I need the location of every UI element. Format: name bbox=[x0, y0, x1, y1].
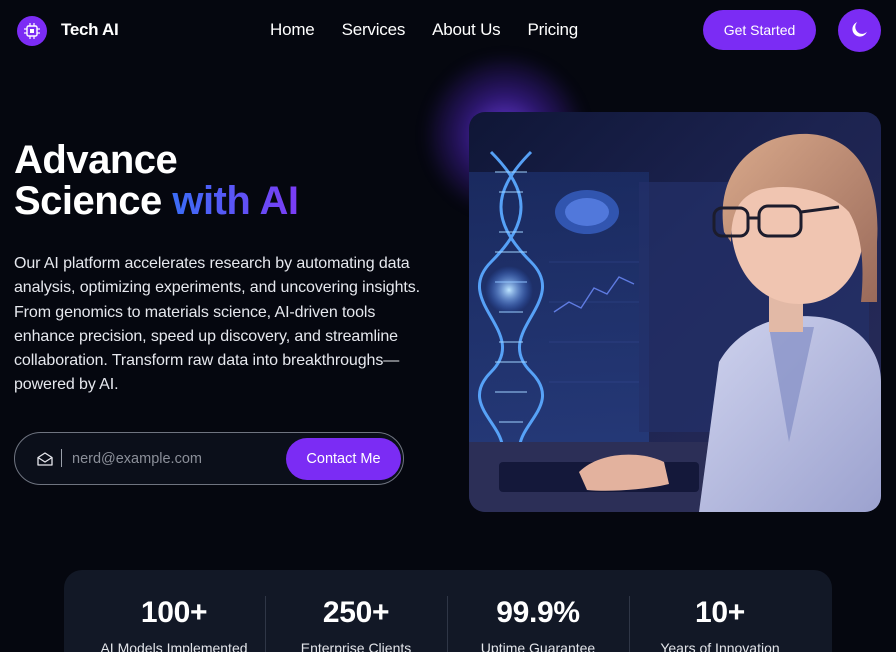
stat-label: Uptime Guarantee bbox=[480, 640, 596, 652]
hero-description: Our AI platform accelerates research by … bbox=[14, 255, 420, 394]
nav-links: Home Services About Us Pricing bbox=[270, 20, 605, 40]
hero-title-highlight: with AI bbox=[172, 179, 299, 223]
stat-value: 99.9% bbox=[496, 596, 580, 629]
top-navigation: Tech AI Home Services About Us Pricing G… bbox=[0, 0, 896, 62]
contact-me-button[interactable]: Contact Me bbox=[286, 438, 401, 480]
hero-title: Advance Science with AI bbox=[14, 138, 299, 223]
mail-icon bbox=[37, 452, 53, 471]
stat-label: Enterprise Clients bbox=[300, 640, 412, 652]
moon-icon bbox=[850, 19, 870, 42]
get-started-button[interactable]: Get Started bbox=[703, 10, 816, 50]
nav-link-services[interactable]: Services bbox=[342, 20, 406, 40]
hero-title-line2: Science bbox=[14, 179, 173, 223]
stat-value: 10+ bbox=[695, 596, 745, 629]
hero-image bbox=[469, 112, 881, 512]
nav-link-about-us[interactable]: About Us bbox=[432, 20, 501, 40]
stat-item: 100+ AI Models Implemented bbox=[83, 570, 265, 652]
stat-label: Years of Innovation bbox=[660, 640, 780, 652]
input-divider bbox=[61, 449, 62, 467]
stats-panel: 100+ AI Models Implemented 250+ Enterpri… bbox=[64, 570, 832, 652]
stat-value: 250+ bbox=[322, 596, 390, 629]
email-input[interactable] bbox=[72, 447, 282, 471]
stat-label: AI Models Implemented bbox=[100, 640, 248, 652]
theme-toggle-button[interactable] bbox=[838, 9, 881, 52]
stat-item: 250+ Enterprise Clients bbox=[265, 570, 447, 652]
nav-link-pricing[interactable]: Pricing bbox=[527, 20, 578, 40]
nav-link-home[interactable]: Home bbox=[270, 20, 315, 40]
stat-item: 10+ Years of Innovation bbox=[629, 570, 811, 652]
brand-name[interactable]: Tech AI bbox=[61, 20, 119, 40]
chip-icon[interactable] bbox=[17, 16, 47, 46]
hero-title-line1: Advance bbox=[14, 138, 178, 182]
scientist-illustration bbox=[469, 133, 881, 512]
stat-value: 100+ bbox=[140, 596, 208, 629]
contact-form: Contact Me bbox=[14, 432, 404, 485]
stat-item: 99.9% Uptime Guarantee bbox=[447, 570, 629, 652]
